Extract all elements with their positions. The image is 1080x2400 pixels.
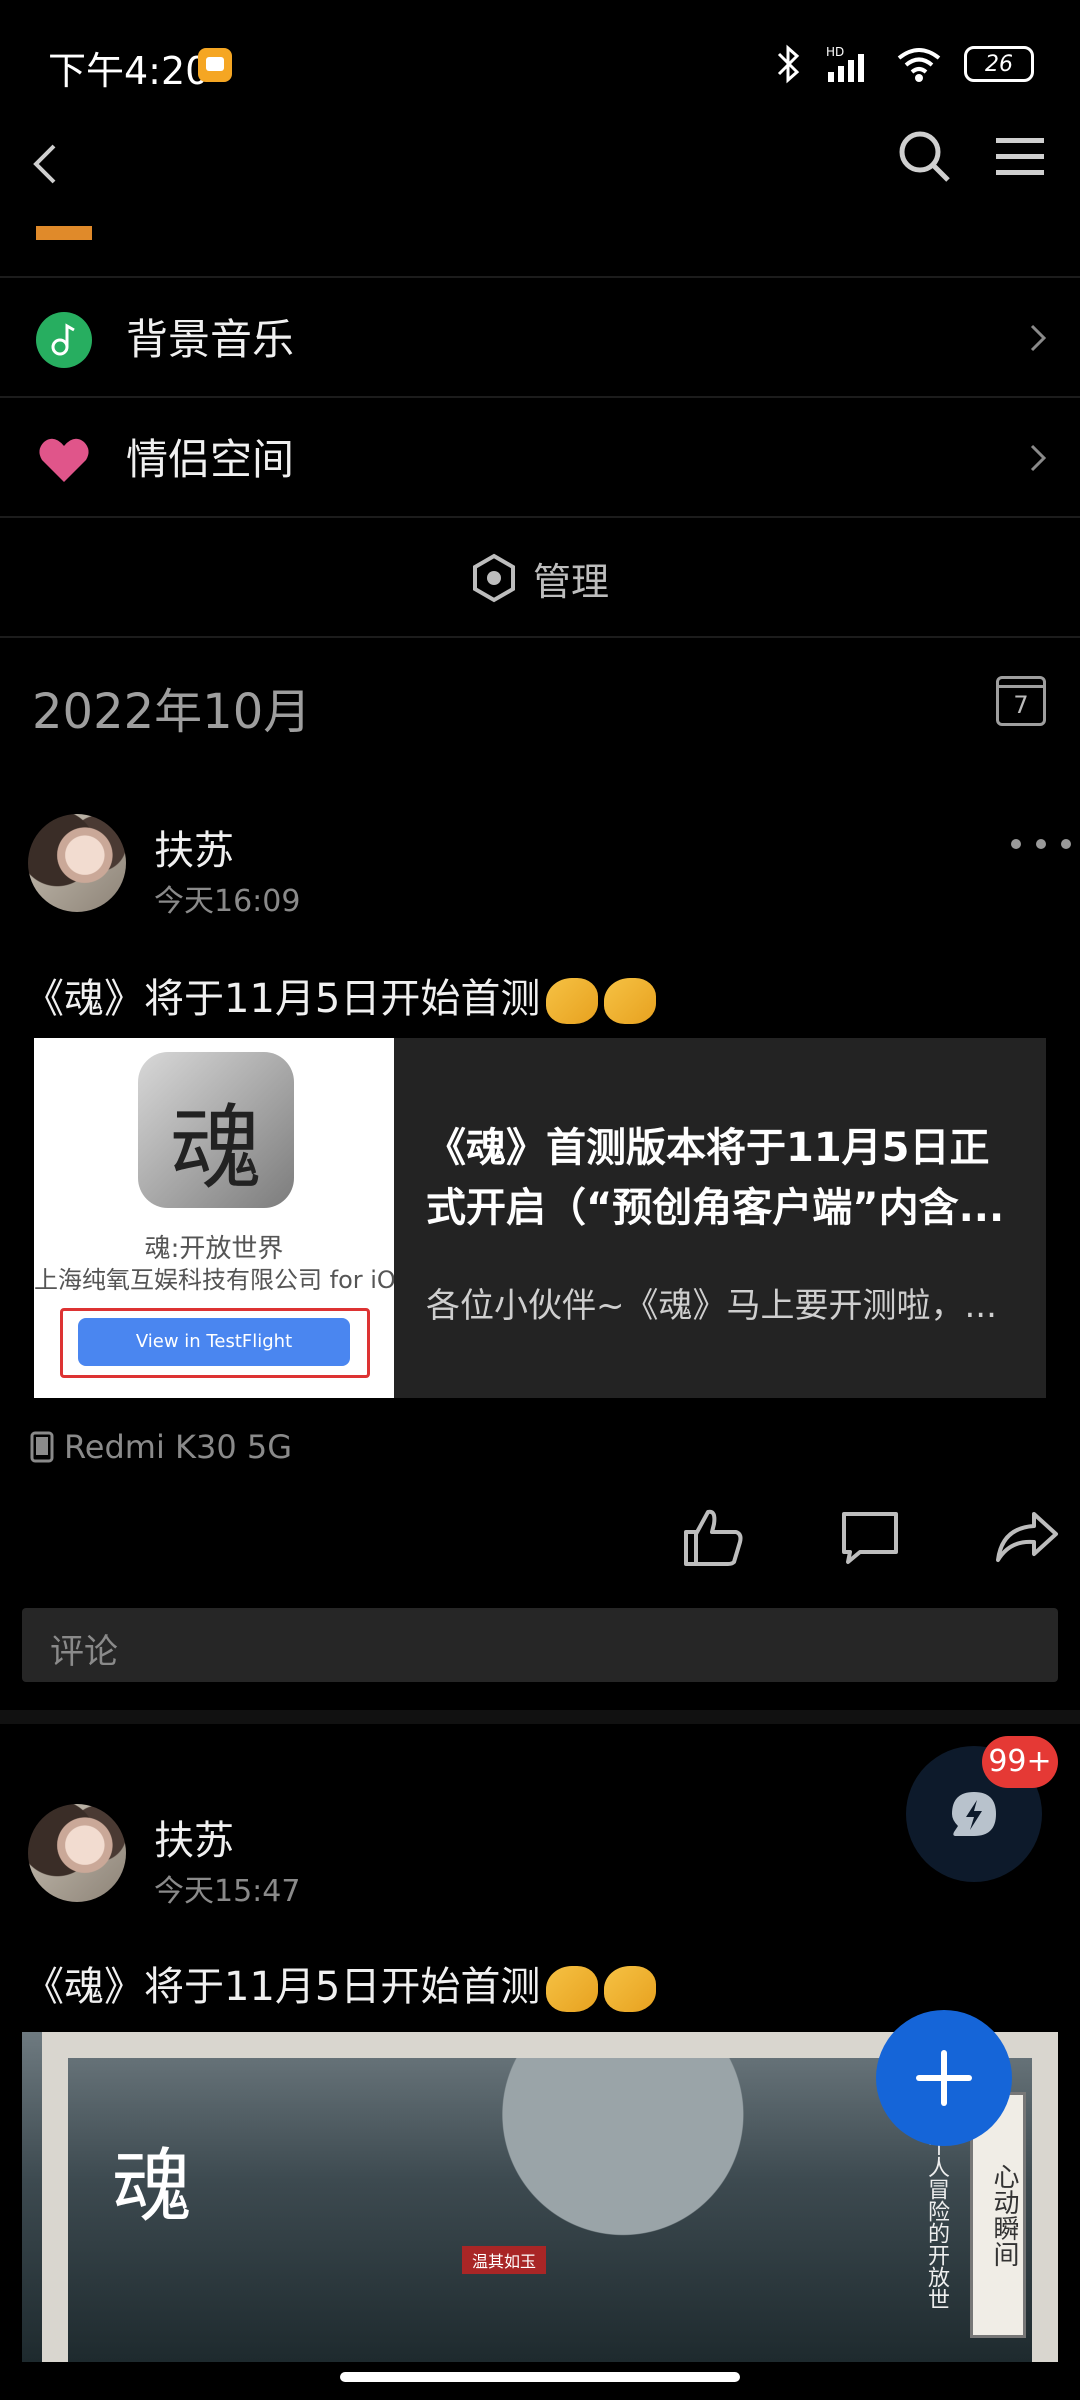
link-card[interactable]: 魂 魂:开放世界 上海纯氧互娱科技有限公司 for iOS View in Te… [34, 1038, 1046, 1398]
thumb-company: 上海纯氧互娱科技有限公司 for iOS [34, 1266, 394, 1294]
home-indicator[interactable] [340, 2372, 740, 2382]
network-label: HD [826, 45, 844, 59]
add-post-button[interactable] [876, 2010, 1012, 2146]
like-button[interactable] [680, 1504, 746, 1570]
app-icon-glyph: 魂 [169, 1095, 262, 1202]
flexed-biceps-emoji [604, 1966, 657, 2012]
post-author[interactable]: 扶苏 [154, 818, 234, 876]
link-card-title: 《魂》首测版本将于11月5日正式开启（“预创角客户端”内含... [426, 1125, 1005, 1231]
settings-hexagon-icon [472, 553, 515, 603]
settings-row-background-music[interactable]: 背景音乐 [0, 276, 1080, 398]
device-name: Redmi K30 5G [64, 1428, 293, 1466]
manage-button[interactable]: 管理 [0, 520, 1080, 638]
battery-level: 26 [985, 51, 1013, 77]
comment-button[interactable] [838, 1508, 902, 1568]
manage-label: 管理 [532, 559, 609, 604]
flexed-biceps-emoji [604, 978, 657, 1024]
comment-input[interactable]: 评论 [22, 1608, 1058, 1682]
music-note-icon [36, 312, 92, 368]
post-author[interactable]: 扶苏 [154, 1808, 234, 1866]
post-text: 《魂》将于11月5日开始首测 [24, 966, 657, 1024]
flash-chat-icon [952, 1792, 996, 1836]
character-name-tag: 温其如玉 [462, 2246, 547, 2274]
heart-icon [39, 438, 89, 482]
settings-row-label: 背景音乐 [126, 315, 295, 364]
post-time: 今天16:09 [154, 884, 301, 919]
avatar[interactable] [28, 1804, 126, 1902]
chevron-right-icon [1030, 444, 1047, 472]
signal-icon: HD [826, 45, 864, 82]
settings-row-label: 情侣空间 [126, 435, 295, 484]
settings-row-couple-space[interactable]: 情侣空间 [0, 396, 1080, 518]
wifi-icon [897, 48, 941, 82]
bluetooth-icon [777, 44, 800, 84]
post-divider [0, 1710, 1080, 1724]
more-options-button[interactable] [1011, 834, 1071, 854]
phone-icon [30, 1431, 54, 1463]
partial-row-icon [36, 226, 92, 240]
flexed-biceps-emoji [546, 978, 599, 1024]
post-time: 今天15:47 [154, 1874, 301, 1909]
partial-list-row [0, 160, 1080, 278]
flexed-biceps-emoji [546, 1966, 599, 2012]
battery-icon: 26 [964, 46, 1034, 82]
notification-icon [198, 48, 232, 82]
share-button[interactable] [994, 1508, 1060, 1568]
status-bar: 下午4:20 HD 26 [0, 0, 1080, 120]
post-text-content: 《魂》将于11月5日开始首测 [24, 1964, 541, 2010]
month-header: 2022年10月 7 [0, 636, 1080, 764]
status-icons: HD 26 [776, 40, 1034, 88]
link-card-thumbnail: 魂 魂:开放世界 上海纯氧互娱科技有限公司 for iOS View in Te… [34, 1038, 394, 1398]
link-card-description: 各位小伙伴~《魂》马上要开测啦，... [426, 1286, 997, 1326]
status-time: 下午4:20 [48, 49, 210, 93]
comment-placeholder: 评论 [50, 1632, 118, 1672]
unread-badge: 99+ [982, 1736, 1058, 1788]
post-text: 《魂》将于11月5日开始首测 [24, 1954, 657, 2012]
testflight-button: View in TestFlight [78, 1318, 350, 1366]
game-logo: 魂 [112, 2140, 192, 2233]
post-actions [0, 1500, 1080, 1580]
month-title: 2022年10月 [32, 684, 312, 740]
avatar[interactable] [28, 814, 126, 912]
calendar-day: 7 [1013, 691, 1029, 719]
calendar-button[interactable]: 7 [996, 676, 1046, 726]
chevron-right-icon [1030, 324, 1047, 352]
post-text-content: 《魂》将于11月5日开始首测 [24, 976, 541, 1022]
app-icon: 魂 [138, 1052, 294, 1208]
device-label: Redmi K30 5G [30, 1428, 292, 1466]
